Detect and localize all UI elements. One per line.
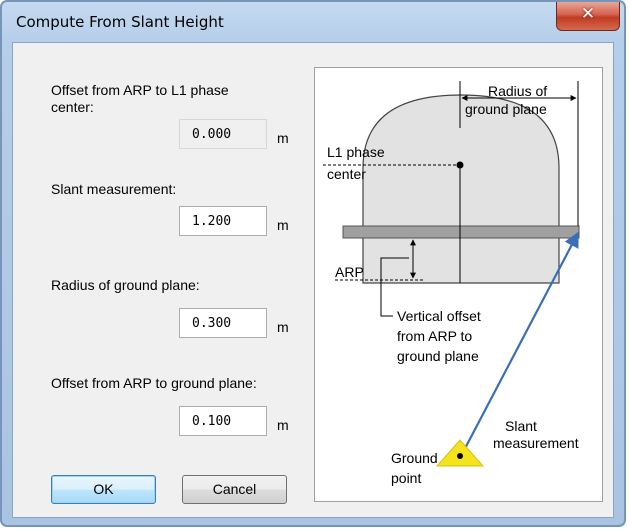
- radius-unit: m: [277, 319, 289, 335]
- vertical-offset-caption-2: from ARP to: [397, 328, 473, 344]
- window-title: Compute From Slant Height: [16, 13, 224, 31]
- slant-unit: m: [277, 217, 289, 233]
- slant-caption-2: measurement: [493, 435, 579, 451]
- offset-gp-unit: m: [277, 417, 289, 433]
- offset-gp-label: Offset from ARP to ground plane:: [51, 375, 257, 391]
- antenna-dome: [362, 94, 560, 284]
- radius-input[interactable]: 0.300: [179, 308, 267, 338]
- vertical-offset-caption-3: ground plane: [397, 348, 479, 364]
- slant-label: Slant measurement:: [51, 181, 177, 197]
- ok-button[interactable]: OK: [51, 475, 156, 504]
- offset-l1-label: Offset from ARP to L1 phase center:: [51, 82, 229, 115]
- cancel-button[interactable]: Cancel: [182, 475, 287, 504]
- l1-caption-2: center: [327, 166, 366, 182]
- title-bar[interactable]: Compute From Slant Height ✕: [2, 2, 624, 42]
- offset-gp-input[interactable]: 0.100: [179, 406, 267, 436]
- antenna-diagram: Radius of ground plane L1 phase center A…: [314, 67, 603, 502]
- ground-point-caption-2: point: [391, 470, 422, 486]
- close-button[interactable]: ✕: [556, 2, 620, 31]
- radius-caption-1: Radius of: [488, 83, 548, 99]
- vertical-offset-caption-1: Vertical offset: [397, 308, 481, 324]
- arp-caption: ARP: [335, 264, 364, 280]
- radius-caption-2: ground plane: [465, 101, 547, 117]
- close-icon: ✕: [580, 4, 596, 24]
- ground-point-caption-1: Ground: [391, 450, 438, 466]
- dialog-window: Compute From Slant Height ✕ Offset from …: [0, 0, 626, 527]
- slant-caption-1: Slant: [505, 418, 537, 434]
- offset-l1-unit: m: [277, 130, 289, 146]
- l1-caption-1: L1 phase: [327, 144, 385, 160]
- ground-plane-bar: [342, 225, 580, 239]
- offset-l1-field: 0.000: [179, 119, 267, 149]
- slant-input[interactable]: 1.200: [179, 206, 267, 236]
- dialog-body: Offset from ARP to L1 phase center: 0.00…: [12, 42, 614, 518]
- radius-label: Radius of ground plane:: [51, 277, 200, 293]
